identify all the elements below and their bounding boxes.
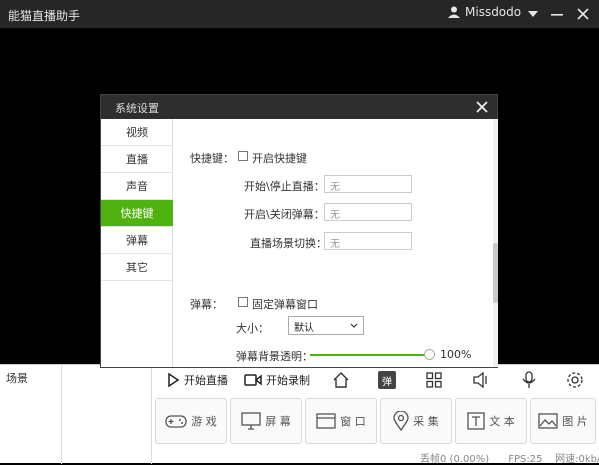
username: Missdodo bbox=[465, 5, 522, 19]
dropdown-arrow-icon[interactable] bbox=[524, 5, 542, 23]
hotkey-label: 开启\关闭弹幕： bbox=[244, 208, 325, 221]
source-capture-button[interactable]: 采 集 bbox=[380, 398, 452, 444]
dialog-titlebar: 系统设置 bbox=[101, 95, 497, 119]
settings-content: 快捷键： 开启快捷键 开始\停止直播： 无 开启\关闭弹幕： 无 直播场景切换：… bbox=[174, 119, 496, 367]
window-icon bbox=[316, 413, 336, 429]
source-label: 采 集 bbox=[413, 415, 439, 428]
scene-panel: 场景 bbox=[0, 365, 62, 464]
bottom-panel: 场景 开始直播 开始录制 弹 游 戏 屏 幕 窗 口 采 集 文 本 图 片 丢… bbox=[0, 364, 599, 465]
hotkey-toggle-danmu-input[interactable]: 无 bbox=[324, 203, 412, 221]
danmu-size-value: 默认 bbox=[294, 323, 314, 334]
location-pin-icon bbox=[393, 411, 409, 431]
nav-item-danmu[interactable]: 弹幕 bbox=[101, 227, 173, 254]
text-icon bbox=[467, 412, 485, 430]
nav-item-sound[interactable]: 声音 bbox=[101, 173, 173, 200]
bottom-toolbar: 开始直播 开始录制 弹 bbox=[152, 365, 599, 395]
hotkey-label: 开始\停止直播： bbox=[244, 180, 325, 193]
enable-hotkeys-label: 开启快捷键 bbox=[252, 152, 307, 165]
dialog-title: 系统设置 bbox=[115, 102, 159, 115]
close-icon[interactable] bbox=[473, 98, 491, 116]
nav-label: 声音 bbox=[126, 180, 148, 193]
source-label: 屏 幕 bbox=[265, 415, 291, 428]
hotkey-scene-switch-input[interactable]: 无 bbox=[324, 232, 412, 250]
scrollbar-thumb[interactable] bbox=[493, 243, 498, 303]
network-speed: 网速:0kb/s bbox=[555, 454, 599, 465]
scene-list[interactable] bbox=[62, 365, 152, 464]
hotkey-start-stop-live-input[interactable]: 无 bbox=[324, 175, 412, 193]
danmu-icon[interactable]: 弹 bbox=[376, 369, 398, 391]
start-record-button[interactable]: 开始录制 bbox=[244, 370, 310, 390]
close-icon[interactable] bbox=[574, 5, 592, 23]
danmu-opacity-slider-handle[interactable] bbox=[424, 349, 435, 360]
play-icon bbox=[168, 373, 180, 387]
danmu-opacity-value: 100% bbox=[440, 348, 472, 361]
source-text-button[interactable]: 文 本 bbox=[455, 398, 527, 444]
source-label: 图 片 bbox=[562, 415, 588, 428]
hotkey-label: 直播场景切换： bbox=[250, 237, 327, 250]
image-icon bbox=[538, 413, 558, 429]
video-camera-icon bbox=[244, 374, 262, 386]
danmu-size-label: 大小： bbox=[236, 322, 269, 335]
settings-nav: 视频 直播 声音 快捷键 弹幕 其它 bbox=[101, 119, 173, 367]
app-title: 能猫直播助手 bbox=[8, 9, 81, 23]
grid-icon[interactable] bbox=[423, 369, 445, 391]
danmu-badge: 弹 bbox=[378, 371, 396, 389]
hotkeys-section-label: 快捷键： bbox=[190, 152, 234, 165]
danmu-section-label: 弹幕： bbox=[190, 298, 223, 311]
settings-dialog: 系统设置 视频 直播 声音 快捷键 弹幕 其它 快捷键： 开启快捷键 开始\停止… bbox=[100, 94, 498, 368]
danmu-size-select[interactable]: 默认 bbox=[288, 316, 364, 335]
enable-hotkeys-checkbox[interactable] bbox=[238, 151, 248, 161]
dropped-frames: 丢帧0 (0.00%) bbox=[420, 454, 490, 465]
app-titlebar: 能猫直播助手 Missdodo bbox=[0, 0, 599, 28]
nav-label: 其它 bbox=[126, 261, 148, 274]
nav-item-hotkeys[interactable]: 快捷键 bbox=[101, 200, 173, 227]
nav-label: 弹幕 bbox=[126, 234, 148, 247]
source-window-button[interactable]: 窗 口 bbox=[305, 398, 377, 444]
chevron-down-icon bbox=[350, 323, 358, 328]
danmu-opacity-label: 弹幕背景透明： bbox=[236, 350, 313, 363]
source-label: 游 戏 bbox=[191, 415, 217, 428]
fix-danmu-window-checkbox[interactable] bbox=[238, 297, 248, 307]
home-icon[interactable] bbox=[330, 369, 352, 391]
start-record-label: 开始录制 bbox=[266, 374, 310, 387]
gamepad-icon bbox=[165, 415, 187, 428]
scene-label: 场景 bbox=[6, 372, 28, 385]
fps-readout: FPS:25 bbox=[508, 454, 543, 465]
microphone-icon[interactable] bbox=[518, 369, 540, 391]
source-label: 文 本 bbox=[489, 415, 515, 428]
nav-label: 直播 bbox=[126, 153, 148, 166]
source-game-button[interactable]: 游 戏 bbox=[155, 398, 227, 444]
settings-scrollbar[interactable] bbox=[493, 119, 498, 367]
source-screen-button[interactable]: 屏 幕 bbox=[230, 398, 302, 444]
user-menu[interactable]: Missdodo bbox=[448, 5, 521, 19]
speaker-icon[interactable] bbox=[470, 369, 492, 391]
nav-label: 视频 bbox=[126, 126, 148, 139]
start-live-button[interactable]: 开始直播 bbox=[166, 370, 228, 390]
minimize-icon[interactable] bbox=[548, 5, 566, 23]
nav-item-live[interactable]: 直播 bbox=[101, 146, 173, 173]
danmu-opacity-slider[interactable] bbox=[310, 354, 430, 356]
nav-label: 快捷键 bbox=[120, 207, 154, 220]
nav-item-other[interactable]: 其它 bbox=[101, 254, 173, 281]
user-icon bbox=[448, 6, 460, 18]
source-buttons: 游 戏 屏 幕 窗 口 采 集 文 本 图 片 bbox=[152, 398, 599, 448]
start-live-label: 开始直播 bbox=[184, 374, 228, 387]
monitor-icon bbox=[241, 412, 261, 430]
fix-danmu-window-label: 固定弹幕窗口 bbox=[252, 298, 318, 311]
nav-item-video[interactable]: 视频 bbox=[101, 119, 173, 146]
source-image-button[interactable]: 图 片 bbox=[530, 398, 596, 444]
gear-icon[interactable] bbox=[564, 369, 586, 391]
source-label: 窗 口 bbox=[340, 415, 366, 428]
